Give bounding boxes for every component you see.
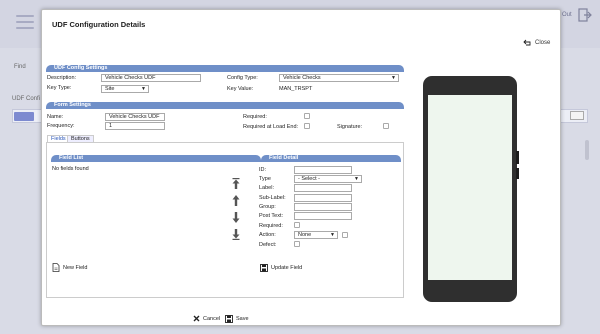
type-label: Type [259, 176, 271, 182]
phone-screen [428, 95, 512, 280]
defect-label: Defect: [259, 242, 277, 248]
signature-label: Signature: [337, 124, 363, 130]
frequency-field[interactable]: 1 [105, 122, 165, 130]
chevron-down-icon: ▼ [141, 86, 146, 92]
new-field-label: New Field [63, 264, 88, 271]
required-checkbox[interactable] [304, 113, 310, 119]
action-checkbox[interactable] [342, 232, 348, 238]
field-list-header: Field List [51, 155, 261, 162]
chevron-down-icon: ▼ [354, 176, 359, 182]
sub-label-label: Sub-Label: [259, 195, 286, 201]
menu-icon[interactable] [16, 15, 34, 31]
name-label: Name: [47, 114, 64, 120]
action-label: Action: [259, 232, 276, 238]
update-field-button[interactable]: Update Field [260, 264, 302, 272]
save-label: Save [236, 316, 249, 322]
phone-side-button [516, 151, 519, 164]
required-at-load-end-checkbox[interactable] [304, 123, 310, 129]
field-detail-header: Field Detail [261, 155, 401, 162]
tab-buttons[interactable]: Buttons [67, 135, 94, 142]
x-icon [193, 315, 200, 322]
chevron-down-icon: ▼ [391, 75, 396, 81]
type-value: - Select - [298, 176, 321, 182]
description-label: Description: [47, 75, 77, 81]
arrow-down-icon[interactable] [232, 212, 240, 223]
fields-panel: Field List No fields found New Field Fie… [46, 142, 404, 298]
arrow-top-icon[interactable] [232, 178, 240, 189]
field-required-checkbox[interactable] [294, 222, 300, 228]
group-field[interactable] [294, 203, 352, 211]
label-field[interactable] [294, 184, 352, 192]
post-text-field[interactable] [294, 212, 352, 220]
description-field[interactable]: Vehicle Checks UDF [101, 74, 201, 82]
close-button[interactable]: Close [523, 39, 550, 46]
new-field-button[interactable]: New Field [52, 263, 87, 272]
arrow-up-icon[interactable] [232, 195, 240, 206]
modal-title: UDF Configuration Details [52, 20, 146, 29]
udf-config-header: UDF Config Settings [46, 65, 404, 72]
logout-icon[interactable] [578, 8, 592, 22]
save-button[interactable]: Save [225, 315, 249, 323]
config-type-value: Vehicle Checks [283, 75, 321, 81]
bg-blue-button[interactable] [14, 112, 34, 121]
document-icon [52, 263, 60, 272]
group-label: Group: [259, 204, 276, 210]
udf-config-bg-label: UDF Confi [12, 96, 41, 102]
config-type-select[interactable]: Vehicle Checks ▼ [279, 74, 399, 82]
key-value-label: Key Value: [227, 86, 254, 92]
label-label: Label: [259, 185, 274, 191]
action-value: None [298, 232, 312, 238]
name-field[interactable]: Vehicle Checks UDF [105, 113, 165, 121]
page-scrollbar[interactable] [585, 140, 589, 160]
close-label: Close [535, 39, 551, 46]
frequency-label: Frequency: [47, 123, 75, 129]
defect-checkbox[interactable] [294, 241, 300, 247]
key-type-label: Key Type: [47, 85, 72, 91]
config-type-label: Config Type: [227, 75, 258, 81]
logout-label[interactable]: Out [562, 12, 572, 18]
empty-fields-text: No fields found [52, 166, 89, 172]
required-label: Required: [243, 114, 267, 120]
sub-label-field[interactable] [294, 194, 352, 202]
floppy-icon [225, 315, 233, 323]
cancel-button[interactable]: Cancel [193, 315, 220, 322]
id-field[interactable] [294, 166, 352, 174]
key-type-value: Site [105, 86, 115, 92]
required-at-load-end-label: Required at Load End: [243, 124, 299, 130]
find-label: Find [14, 64, 26, 70]
floppy-icon [260, 264, 268, 272]
action-select[interactable]: None ▼ [294, 231, 338, 239]
form-settings-header: Form Settings [46, 102, 404, 109]
post-text-label: Post Text: [259, 213, 284, 219]
key-type-select[interactable]: Site ▼ [101, 85, 149, 93]
phone-side-button [516, 168, 519, 179]
required-label: Required: [259, 223, 283, 229]
update-field-label: Update Field [271, 265, 303, 271]
key-value-text: MAN_TRSPT [279, 86, 313, 92]
bg-select[interactable] [570, 111, 584, 120]
type-select[interactable]: - Select - ▼ [294, 175, 362, 183]
chevron-down-icon: ▼ [330, 232, 335, 238]
arrow-bottom-icon[interactable] [232, 229, 240, 240]
cancel-label: Cancel [203, 315, 221, 322]
back-arrow-icon [523, 39, 531, 46]
id-label: ID: [259, 167, 267, 173]
signature-checkbox[interactable] [383, 123, 389, 129]
